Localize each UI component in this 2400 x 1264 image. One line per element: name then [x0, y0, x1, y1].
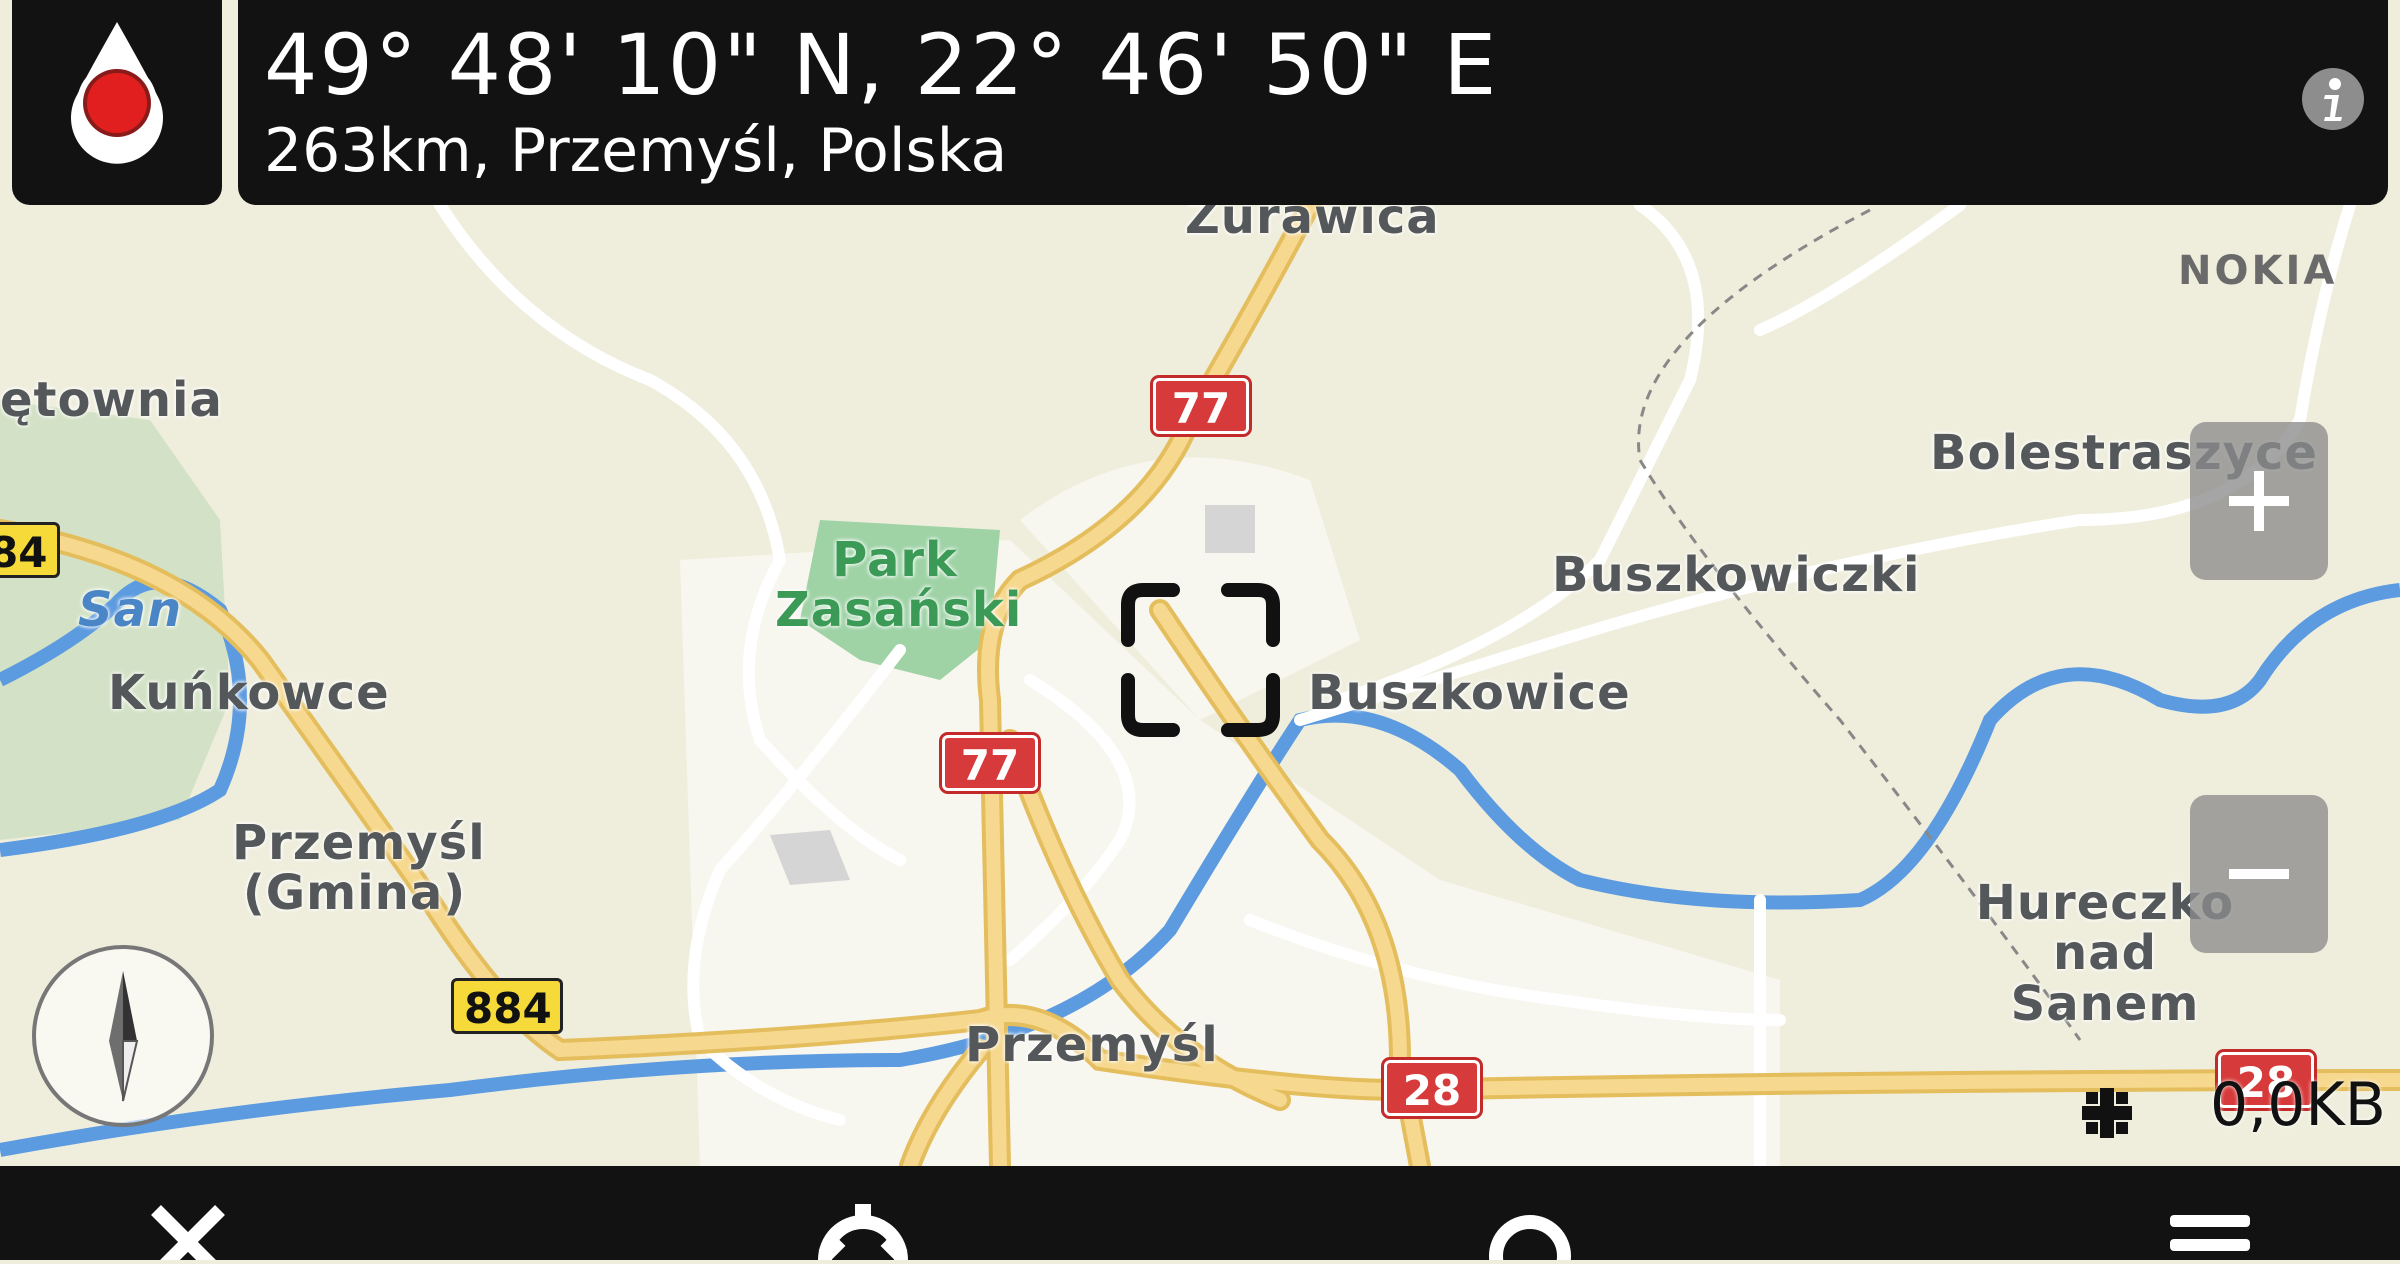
bottom-toolbar [0, 1166, 2400, 1260]
crosshair-icon [1121, 583, 1280, 737]
road-shield-77: 77 [942, 735, 1038, 791]
data-usage-label: 0,0KB [2210, 1070, 2386, 1140]
zoom-out-button[interactable] [2190, 795, 2328, 953]
label-kunkowce: Kuńkowce [108, 665, 390, 721]
label-park-zasanski: Park Zasański [775, 532, 1023, 639]
menu-icon [2170, 1215, 2250, 1251]
label-buszkowice: Buszkowice [1308, 665, 1631, 721]
info-icon [2324, 78, 2342, 121]
gear-icon [818, 1204, 908, 1264]
place-label: 263km, Przemyśl, Polska [264, 116, 1008, 186]
info-button[interactable] [2302, 68, 2364, 130]
close-icon [151, 1205, 225, 1264]
label-buszkowiczki: Buszkowiczki [1552, 547, 1921, 603]
label-przemysl-gmina: Przemyśl (Gmina) [232, 815, 486, 922]
plus-icon [2229, 471, 2289, 531]
label-etownia: ętownia [0, 372, 223, 428]
compass-icon [109, 971, 139, 1102]
menu-button[interactable] [2150, 1190, 2270, 1260]
brand-logo: NOKIA [2178, 248, 2338, 294]
minus-icon [2229, 869, 2289, 879]
road-shield-884: 884 [451, 978, 563, 1034]
location-pin-icon [71, 22, 163, 164]
close-button[interactable] [128, 1190, 248, 1264]
zoom-in-button[interactable] [2190, 422, 2328, 580]
compass-button[interactable] [32, 945, 214, 1127]
search-icon [1489, 1215, 1571, 1264]
road-shield-77: 77 [1153, 378, 1249, 434]
road-shield-884: 84 [0, 522, 60, 578]
settings-button[interactable] [803, 1190, 923, 1264]
location-button[interactable] [12, 0, 222, 205]
location-info-bar[interactable]: 49° 48' 10" N, 22° 46' 50" E 263km, Prze… [238, 0, 2388, 205]
traffic-icon [2082, 1088, 2132, 1138]
coordinates-label: 49° 48' 10" N, 22° 46' 50" E [264, 16, 1499, 114]
label-przemysl: Przemyśl [965, 1017, 1219, 1073]
label-san: San [78, 582, 183, 638]
road-shield-28: 28 [1384, 1060, 1480, 1116]
search-button[interactable] [1470, 1190, 1590, 1264]
